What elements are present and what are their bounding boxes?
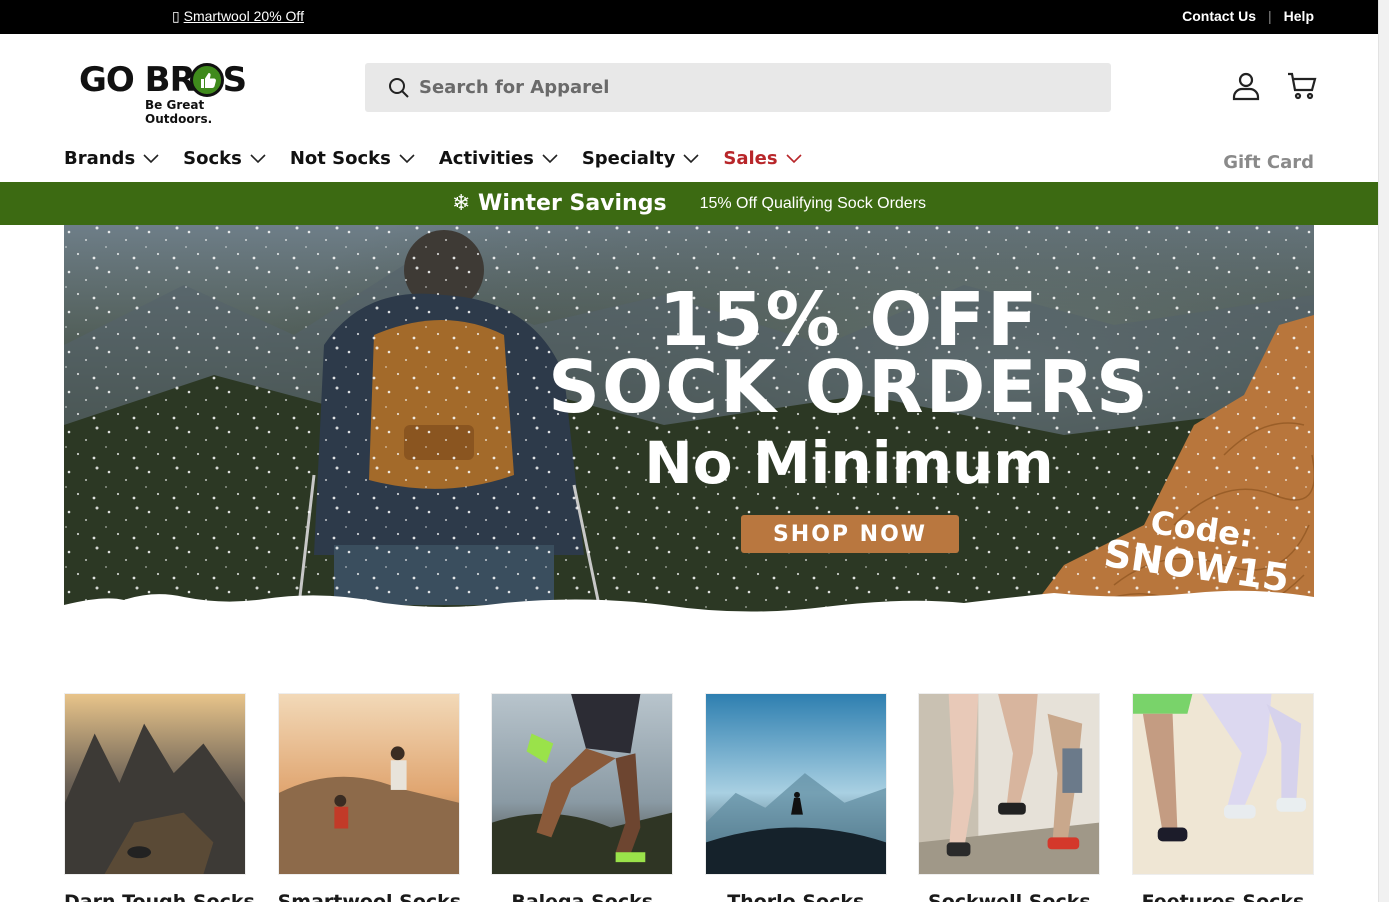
nav-label: Sales: [723, 148, 778, 169]
category-image[interactable]: [918, 693, 1101, 875]
gift-card-link[interactable]: Gift Card: [1223, 152, 1314, 173]
category-tile[interactable]: Thorlo Socks: [704, 693, 887, 902]
search-icon[interactable]: [387, 76, 411, 100]
nav-socks[interactable]: Socks: [183, 148, 266, 169]
chevron-down-icon: [683, 153, 699, 163]
chevron-down-icon: [399, 153, 415, 163]
search-bar[interactable]: [365, 63, 1111, 112]
thumbs-up-badge-icon: [190, 63, 224, 97]
help-link[interactable]: Help: [1284, 8, 1314, 24]
winter-savings-bar[interactable]: ❄ Winter Savings 15% Off Qualifying Sock…: [0, 182, 1378, 225]
user-icon[interactable]: [1230, 70, 1262, 102]
promo-link[interactable]: ▯ Smartwool 20% Off: [172, 8, 304, 25]
main-nav: Brands Socks Not Socks Activities Specia…: [64, 148, 826, 169]
chevron-down-icon: [143, 153, 159, 163]
hero-headline-3: No Minimum: [644, 429, 1054, 497]
category-tile[interactable]: Sockwell Socks: [918, 693, 1101, 902]
cart-icon[interactable]: [1286, 70, 1318, 102]
nav-specialty[interactable]: Specialty: [582, 148, 700, 169]
nav-label: Not Socks: [289, 148, 391, 169]
savings-subtitle: 15% Off Qualifying Sock Orders: [699, 194, 927, 212]
promo-link-text[interactable]: Smartwool 20% Off: [184, 8, 304, 24]
tag-icon: ▯: [172, 8, 180, 24]
category-label[interactable]: Darn Tough Socks: [64, 891, 255, 902]
nav-activities[interactable]: Activities: [439, 148, 558, 169]
announcement-bar: ▯ Smartwool 20% Off Contact Us | Help: [0, 0, 1378, 34]
nav-label: Socks: [183, 148, 242, 169]
category-image[interactable]: [704, 693, 887, 875]
category-image[interactable]: [1131, 693, 1314, 875]
nav-not-socks[interactable]: Not Socks: [290, 148, 415, 169]
site-logo[interactable]: GO BROS Be Great Outdoors.: [79, 60, 254, 126]
nav-brands[interactable]: Brands: [64, 148, 159, 169]
utility-links: Contact Us | Help: [1182, 8, 1314, 24]
category-tile[interactable]: Balega Socks: [491, 693, 674, 902]
category-label[interactable]: Smartwool Socks: [278, 891, 462, 902]
hero-headline-2: SOCK ORDERS: [548, 345, 1150, 429]
nav-sales[interactable]: Sales: [723, 148, 802, 169]
category-label[interactable]: Thorlo Socks: [705, 891, 887, 902]
page: ▯ Smartwool 20% Off Contact Us | Help GO…: [0, 0, 1389, 902]
category-label[interactable]: Feetures Socks: [1132, 891, 1314, 902]
nav-label: Activities: [438, 148, 534, 169]
category-label[interactable]: Sockwell Socks: [918, 891, 1100, 902]
savings-title: ❄ Winter Savings: [451, 191, 667, 216]
category-tile[interactable]: Smartwool Socks: [277, 693, 462, 902]
category-label[interactable]: Balega Socks: [491, 891, 673, 902]
page-scrollbar[interactable]: [1378, 0, 1389, 902]
category-tile[interactable]: Darn Tough Socks: [64, 693, 255, 902]
category-image[interactable]: [277, 693, 460, 875]
search-input[interactable]: [419, 71, 1089, 104]
category-image[interactable]: [491, 693, 674, 875]
category-grid: Darn Tough Socks Smartwool Socks Balega …: [64, 693, 1314, 902]
contact-us-link[interactable]: Contact Us: [1182, 8, 1256, 24]
category-image[interactable]: [64, 693, 246, 875]
hero-banner[interactable]: 15% OFF SOCK ORDERS No Minimum SHOP NOW …: [64, 225, 1314, 645]
logo-tagline: Be Great Outdoors.: [145, 98, 213, 126]
nav-label: Specialty: [581, 148, 676, 169]
category-tile[interactable]: Feetures Socks: [1131, 693, 1314, 902]
chevron-down-icon: [786, 153, 802, 163]
shop-now-button[interactable]: SHOP NOW: [741, 515, 959, 553]
chevron-down-icon: [250, 153, 266, 163]
chevron-down-icon: [542, 153, 558, 163]
utility-separator: |: [1268, 8, 1272, 24]
nav-label: Brands: [64, 148, 136, 169]
